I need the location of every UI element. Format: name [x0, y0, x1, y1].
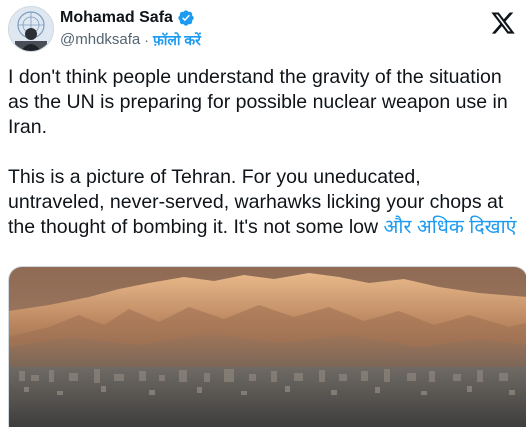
name-row: Mohamad Safa — [60, 8, 201, 28]
tweet-media-image[interactable] — [8, 266, 526, 427]
tweet-header: Mohamad Safa @mhdksafa · फ़ॉलो करें — [8, 6, 518, 54]
display-name[interactable]: Mohamad Safa — [60, 8, 173, 28]
tweet-paragraph-1: I don't think people understand the grav… — [8, 66, 508, 138]
tweet-text: I don't think people understand the grav… — [8, 65, 520, 240]
separator-dot: · — [144, 32, 149, 48]
avatar[interactable] — [8, 6, 54, 52]
tweet-card: Mohamad Safa @mhdksafa · फ़ॉलो करें I do… — [0, 0, 526, 427]
follow-button[interactable]: फ़ॉलो करें — [153, 30, 201, 50]
x-logo-icon[interactable] — [490, 10, 516, 36]
tweet-paragraph-2: This is a picture of Tehran. For you une… — [8, 165, 520, 240]
show-more-link[interactable]: और अधिक दिखाएं — [384, 216, 517, 238]
handle-row: @mhdksafa · फ़ॉलो करें — [60, 30, 201, 50]
user-handle[interactable]: @mhdksafa — [60, 30, 140, 50]
verified-badge-icon — [177, 9, 195, 27]
user-info: Mohamad Safa @mhdksafa · फ़ॉलो करें — [60, 8, 201, 50]
